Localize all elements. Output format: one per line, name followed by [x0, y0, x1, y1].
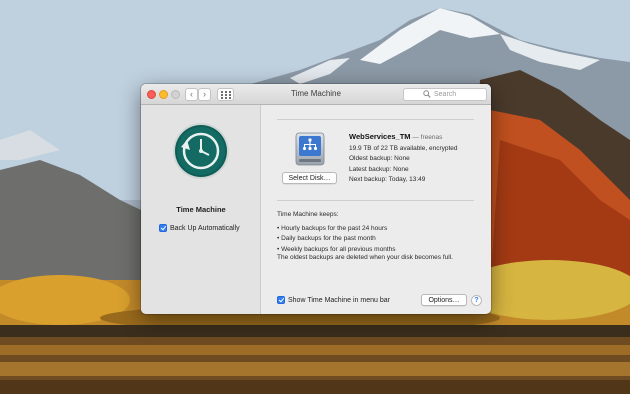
search-icon [423, 90, 431, 98]
disk-name: WebServices_TM [349, 132, 411, 141]
preferences-window: ‹ › Time Machine Search Time Machine Bac… [141, 84, 491, 314]
options-button[interactable]: Options… [421, 294, 467, 306]
backup-automatically-label: Back Up Automatically [170, 224, 240, 232]
retention-item: • Hourly backups for the past 24 hours [277, 224, 388, 232]
app-name: Time Machine [176, 205, 226, 214]
sidebar: Time Machine Back Up Automatically [141, 105, 261, 314]
titlebar: ‹ › Time Machine Search [141, 84, 491, 105]
retention-note: The oldest backups are deleted when your… [277, 254, 453, 261]
checkbox-checked-icon[interactable] [277, 296, 285, 304]
backup-automatically-checkbox[interactable]: Back Up Automatically [159, 224, 240, 232]
help-button[interactable]: ? [471, 295, 482, 306]
oldest-backup: Oldest backup: None [349, 155, 410, 162]
search-placeholder: Search [434, 91, 457, 98]
latest-backup: Latest backup: None [349, 165, 409, 173]
disk-host: — freenas [412, 134, 443, 141]
divider [277, 119, 474, 120]
time-machine-icon [173, 123, 229, 179]
divider [277, 200, 474, 201]
next-backup: Next backup: Today, 13:49 [349, 176, 426, 183]
retention-item: • Daily backups for the past month [277, 235, 376, 242]
checkbox-checked-icon[interactable] [159, 224, 167, 232]
retention-heading: Time Machine keeps: [277, 211, 339, 218]
select-disk-button[interactable]: Select Disk… [282, 172, 337, 184]
disk-capacity: 19.9 TB of 22 TB available, encrypted [349, 144, 458, 152]
search-input[interactable]: Search [403, 88, 487, 101]
retention-info: Time Machine keeps: • Hourly backups for… [277, 210, 396, 255]
disk-info: WebServices_TM — freenas 19.9 TB of 22 T… [349, 132, 458, 186]
show-in-menu-bar-checkbox[interactable]: Show Time Machine in menu bar [277, 296, 390, 304]
network-disk-icon [295, 132, 325, 166]
show-in-menu-bar-label: Show Time Machine in menu bar [288, 296, 390, 304]
